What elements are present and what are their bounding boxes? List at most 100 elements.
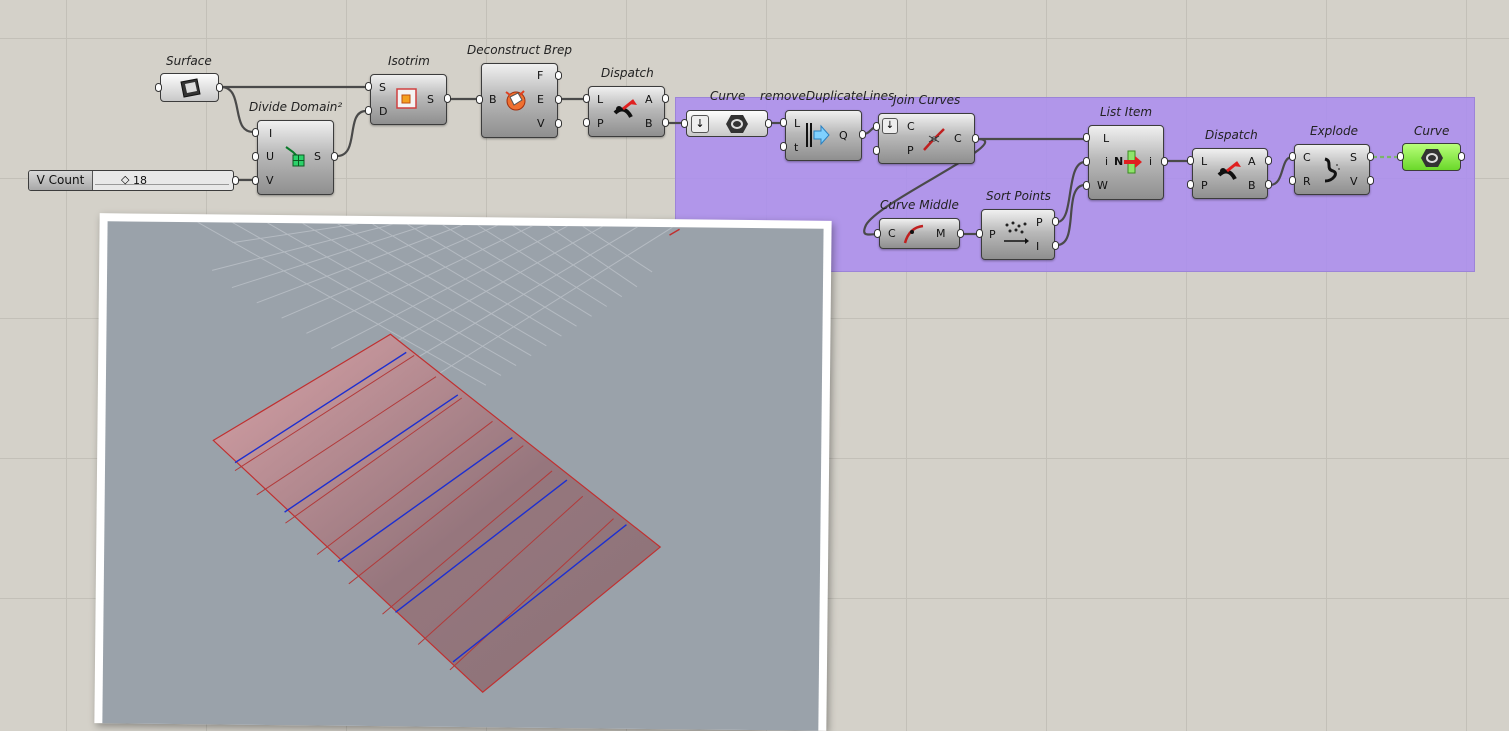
input-grip[interactable] — [476, 95, 483, 104]
input-grip[interactable] — [1187, 156, 1194, 165]
dispatch-component[interactable]: L P A B — [1192, 148, 1268, 199]
output-grip[interactable] — [859, 130, 866, 139]
divide-domain-component[interactable]: I U V S — [257, 120, 334, 195]
output-label-a: A — [645, 93, 653, 106]
input-label-i: I — [269, 127, 273, 140]
input-label-u: U — [266, 150, 275, 163]
input-label-l: L — [1201, 155, 1208, 168]
input-label-b: B — [489, 93, 497, 106]
output-grip[interactable] — [1367, 176, 1374, 185]
input-label-t: t — [794, 141, 799, 154]
input-grip[interactable] — [780, 118, 787, 127]
list-item-index-label: N — [1114, 155, 1124, 168]
output-grip[interactable] — [331, 152, 338, 161]
input-label-r: R — [1303, 175, 1311, 188]
output-grip[interactable] — [662, 118, 669, 127]
curve-param-title: Curve — [710, 89, 746, 103]
output-grip[interactable] — [555, 71, 562, 80]
output-label-p: P — [1036, 216, 1043, 229]
dispatch-title: Dispatch — [1205, 128, 1258, 142]
viewport-canvas[interactable] — [102, 221, 824, 731]
output-grip[interactable] — [1367, 152, 1374, 161]
input-grip[interactable] — [1187, 180, 1194, 189]
surface-param-icon — [180, 78, 201, 98]
input-grip[interactable] — [1289, 152, 1296, 161]
input-grip[interactable] — [681, 119, 688, 128]
input-grip[interactable] — [1083, 133, 1090, 142]
remove-duplicate-component[interactable]: L t Q — [785, 110, 862, 161]
curve-param[interactable]: ↓ — [686, 110, 768, 137]
viewport-scene — [197, 221, 680, 694]
output-grip[interactable] — [232, 176, 239, 185]
curve-middle-component[interactable]: C M — [879, 218, 960, 249]
output-grip[interactable] — [1052, 241, 1059, 250]
input-grip[interactable] — [155, 83, 162, 92]
input-grip[interactable] — [365, 106, 372, 115]
output-grip[interactable] — [555, 119, 562, 128]
output-grip[interactable] — [1458, 152, 1465, 161]
input-label-p: P — [1201, 179, 1208, 192]
output-grip[interactable] — [1265, 180, 1272, 189]
join-curves-icon — [923, 128, 945, 151]
input-grip[interactable] — [874, 229, 881, 238]
list-item-component[interactable]: L i W i N — [1088, 125, 1164, 200]
wire — [336, 109, 367, 158]
output-grip[interactable] — [555, 95, 562, 104]
output-grip[interactable] — [1052, 217, 1059, 226]
input-label-v: V — [266, 174, 274, 187]
input-grip[interactable] — [252, 152, 259, 161]
input-grip[interactable] — [1289, 176, 1296, 185]
sort-points-component[interactable]: P P I — [981, 209, 1055, 260]
output-grip[interactable] — [444, 94, 451, 103]
input-grip[interactable] — [976, 229, 983, 238]
input-label-w: W — [1097, 179, 1108, 192]
deconstruct-brep-component[interactable]: B F E V — [481, 63, 558, 138]
v-count-slider[interactable]: V Count ◇ 18 — [28, 170, 234, 191]
deconstruct-brep-title: Deconstruct Brep — [467, 43, 572, 57]
curve-middle-icon — [903, 224, 924, 244]
input-grip[interactable] — [583, 118, 590, 127]
input-label-l: L — [794, 117, 801, 130]
explode-title: Explode — [1310, 124, 1358, 138]
input-grip[interactable] — [873, 146, 880, 155]
input-grip[interactable] — [365, 82, 372, 91]
input-grip[interactable] — [1397, 152, 1404, 161]
input-label-c: C — [907, 120, 915, 133]
input-grip[interactable] — [252, 176, 259, 185]
output-grip[interactable] — [957, 229, 964, 238]
input-grip[interactable] — [583, 94, 590, 103]
isotrim-component[interactable]: S D S — [370, 74, 447, 125]
curve-output-param[interactable] — [1402, 143, 1461, 171]
slider-track[interactable] — [95, 184, 229, 189]
output-label-m: M — [936, 227, 946, 240]
join-curves-component[interactable]: ↓ C P C — [878, 113, 975, 164]
output-grip[interactable] — [662, 94, 669, 103]
arrow-down-icon[interactable]: ↓ — [882, 118, 898, 134]
output-label-c: C — [954, 132, 962, 145]
dispatch-icon — [1217, 161, 1241, 180]
output-grip[interactable] — [972, 134, 979, 143]
curve-output-title: Curve — [1414, 124, 1450, 138]
input-grip[interactable] — [1083, 181, 1090, 190]
dispatch-component[interactable]: L P A B — [588, 86, 665, 137]
surface-shape — [212, 333, 662, 694]
input-grip[interactable] — [1083, 157, 1090, 166]
dispatch-title: Dispatch — [601, 66, 654, 80]
slider-knob-icon[interactable]: ◇ — [121, 173, 129, 186]
list-item-icon — [1124, 150, 1142, 174]
input-label-s: S — [379, 81, 386, 94]
output-grip[interactable] — [216, 83, 223, 92]
output-label-s: S — [314, 150, 321, 163]
output-grip[interactable] — [1265, 156, 1272, 165]
input-grip[interactable] — [873, 122, 880, 131]
explode-component[interactable]: C R S V — [1294, 144, 1370, 195]
surface-param[interactable] — [160, 73, 219, 102]
arrow-down-icon[interactable]: ↓ — [691, 115, 709, 133]
output-grip[interactable] — [765, 119, 772, 128]
output-label-s: S — [427, 93, 434, 106]
input-label-d: D — [379, 105, 388, 118]
output-grip[interactable] — [1161, 157, 1168, 166]
input-grip[interactable] — [252, 128, 259, 137]
output-label-e: E — [537, 93, 544, 106]
input-grip[interactable] — [780, 142, 787, 151]
